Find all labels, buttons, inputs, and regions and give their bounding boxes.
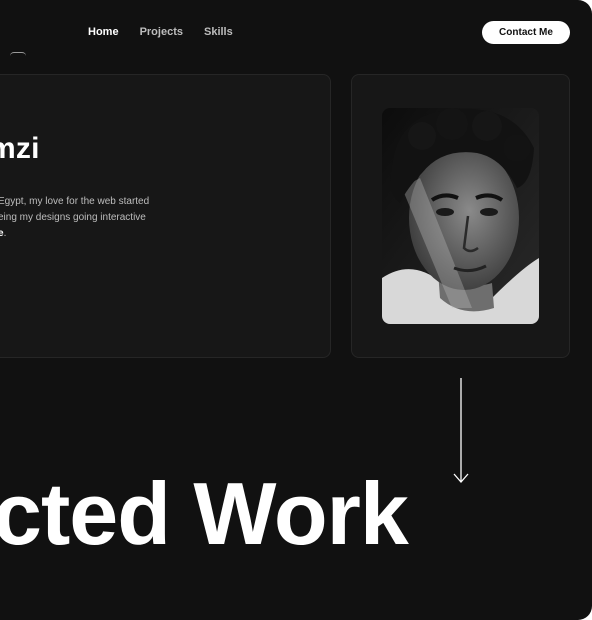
- arrow-down-icon: [453, 378, 469, 483]
- contact-me-button[interactable]: Contact Me: [482, 21, 570, 44]
- profile-photo: [382, 108, 539, 324]
- logo-icon[interactable]: [10, 52, 26, 56]
- intro-text: Egypt, my love for the web started eing …: [0, 194, 178, 242]
- intro-title: mzi: [0, 132, 40, 165]
- intro-period: .: [3, 228, 7, 239]
- section-title: cted Work: [0, 464, 409, 563]
- main-nav: Home Projects Skills: [88, 26, 233, 38]
- intro-line-1: Egypt, my love for the web started: [0, 196, 150, 207]
- nav-home-link[interactable]: Home: [88, 26, 119, 38]
- nav-skills-link[interactable]: Skills: [204, 26, 233, 38]
- app-window: Home Projects Skills Contact Me mzi Egyp…: [0, 0, 592, 620]
- nav-projects-link[interactable]: Projects: [140, 26, 183, 38]
- profile-photo-illustration: [382, 108, 539, 324]
- intro-line-2: eing my designs going interactive: [0, 212, 146, 223]
